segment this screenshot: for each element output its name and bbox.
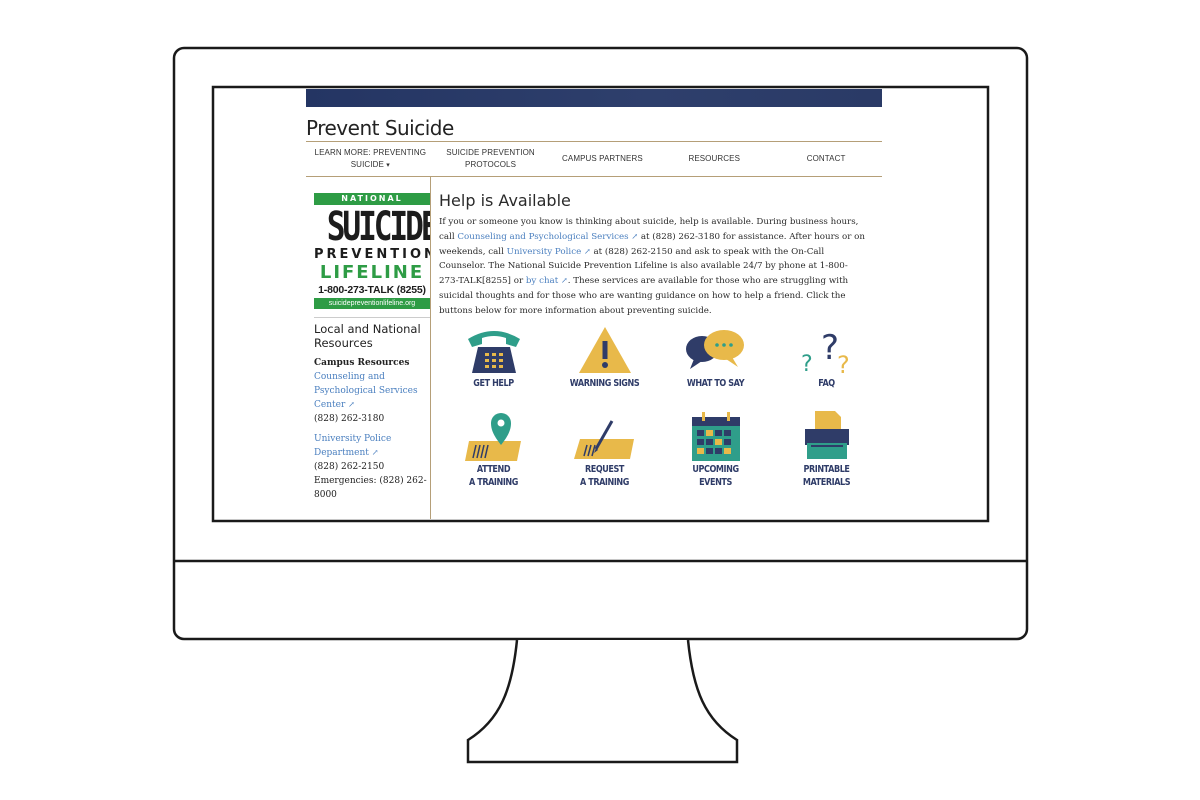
tile-label: PRINTABLE MATERIALS <box>802 463 851 488</box>
pen-paper-icon <box>573 419 634 459</box>
nav-item-label: SUICIDE PREVENTION PROTOCOLS <box>446 148 535 169</box>
nav-item-label: CONTACT <box>806 154 846 163</box>
tile-label: WHAT TO SAY <box>686 377 745 389</box>
nav-item-contact[interactable]: CONTACT <box>770 153 882 165</box>
calendar-icon <box>691 411 740 461</box>
warning-icon <box>578 326 631 373</box>
tile-request-training[interactable]: REQUEST A TRAINING <box>549 409 660 497</box>
svg-text:?: ? <box>801 352 813 377</box>
website: Prevent Suicide LEARN MORE: PREVENTING S… <box>306 89 882 519</box>
police-link[interactable]: University Police Department ↗ <box>314 432 430 460</box>
tile-upcoming-events[interactable]: UPCOMING EVENTS <box>660 409 771 497</box>
tile-printable-materials[interactable]: PRINTABLE MATERIALS <box>771 409 882 497</box>
link-text: by chat <box>525 276 559 287</box>
telephone-icon <box>467 330 520 373</box>
emergencies-phone: Emergencies: (828) 262-8000 <box>314 476 427 500</box>
speech-bubbles-icon <box>685 329 744 369</box>
logo-suicide: SUICIDE <box>326 204 431 250</box>
header-banner <box>306 89 882 107</box>
tile-get-help[interactable]: GET HELP <box>438 325 549 409</box>
nav-item-protocols[interactable]: SUICIDE PREVENTION PROTOCOLS <box>435 147 547 171</box>
site-title[interactable]: Prevent Suicide <box>306 115 882 141</box>
tile-label: ATTEND A TRAINING <box>469 463 518 488</box>
page-title: Help is Available <box>439 191 571 210</box>
counseling-inline-link[interactable]: Counseling and Psychological Services ↗ <box>457 232 638 242</box>
tile-faq[interactable]: ? ? ? FAQ <box>771 325 882 409</box>
svg-text:?: ? <box>837 351 850 377</box>
main-content: Help is Available If you or someone you … <box>431 177 882 519</box>
map-pin-icon <box>464 412 521 461</box>
police-phone: (828) 262-2150 <box>314 462 385 472</box>
link-text: University Police <box>506 246 582 257</box>
tile-label: FAQ <box>818 377 835 389</box>
sidebar: NATIONAL SUICIDE PREVENTION LIFELINE 1-8… <box>306 177 431 519</box>
nav-item-label: RESOURCES <box>688 154 741 163</box>
external-link-icon: ↗ <box>561 276 568 286</box>
chat-inline-link[interactable]: by chat ↗ <box>526 276 568 286</box>
external-link-icon: ↗ <box>371 448 379 457</box>
nav-item-learn-more[interactable]: LEARN MORE: PREVENTING SUICIDE ▾ <box>306 147 435 172</box>
intro-paragraph: If you or someone you know is thinking a… <box>439 215 867 319</box>
sidebar-divider <box>314 317 430 318</box>
police-link-text: University Police Department <box>314 434 392 458</box>
nav-item-campus-partners[interactable]: CAMPUS PARTNERS <box>546 153 658 165</box>
counseling-link-text: Counseling and Psychological Services Ce… <box>314 372 418 410</box>
main-nav: LEARN MORE: PREVENTING SUICIDE ▾ SUICIDE… <box>306 142 882 176</box>
page-body: NATIONAL SUICIDE PREVENTION LIFELINE 1-8… <box>306 177 882 519</box>
resource-tiles: GET HELP WARNING SIGNS WHAT TO SAY ? ? ?… <box>438 325 882 497</box>
sidebar-subheading: Campus Resources <box>314 358 410 368</box>
nav-item-label: LEARN MORE: PREVENTING SUICIDE <box>314 147 427 169</box>
tile-label: UPCOMING EVENTS <box>692 463 739 488</box>
link-text: Counseling and Psychological Services <box>457 231 629 242</box>
police-inline-link[interactable]: University Police ↗ <box>507 247 591 257</box>
tile-attend-training[interactable]: ATTEND A TRAINING <box>438 409 549 497</box>
logo-url: suicidepreventionlifeline.org <box>314 298 430 309</box>
external-link-icon: ↗ <box>348 400 355 409</box>
screen: Prevent Suicide LEARN MORE: PREVENTING S… <box>215 89 986 519</box>
caret-down-icon: ▾ <box>386 161 390 169</box>
tile-label: GET HELP <box>473 377 514 389</box>
tile-label: WARNING SIGNS <box>569 377 640 389</box>
question-marks-icon: ? ? ? <box>801 328 850 377</box>
tile-warning-signs[interactable]: WARNING SIGNS <box>549 325 660 409</box>
nav-item-resources[interactable]: RESOURCES <box>658 153 770 165</box>
nav-item-label: CAMPUS PARTNERS <box>562 154 643 163</box>
counseling-phone: (828) 262-3180 <box>314 414 385 424</box>
logo-phone: 1-800-273-TALK (8255) <box>318 284 426 296</box>
logo-lifeline: LIFELINE <box>319 262 425 283</box>
sidebar-heading: Local and National Resources <box>314 322 421 350</box>
printer-icon <box>804 410 849 459</box>
counseling-link[interactable]: Counseling and Psychological Services Ce… <box>314 370 430 412</box>
external-link-icon: ↗ <box>584 246 591 256</box>
tile-label: REQUEST A TRAINING <box>580 463 629 488</box>
lifeline-logo[interactable]: NATIONAL SUICIDE PREVENTION LIFELINE 1-8… <box>314 193 430 309</box>
tile-what-to-say[interactable]: WHAT TO SAY <box>660 325 771 409</box>
